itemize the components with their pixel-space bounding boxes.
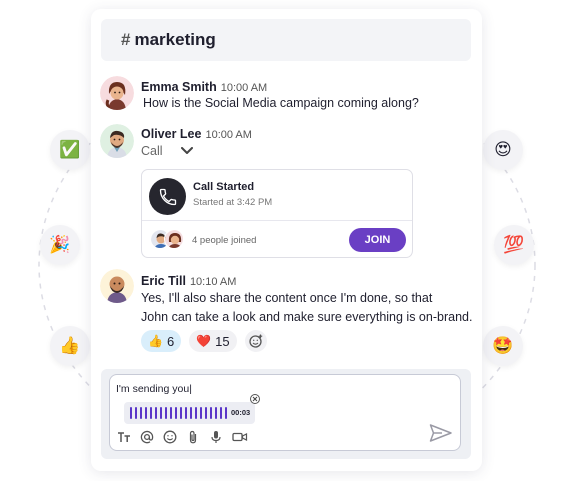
microphone-icon[interactable] [209, 430, 223, 444]
reaction-count: 6 [166, 333, 175, 349]
send-icon [429, 424, 452, 442]
message-time: 10:00 AM [205, 129, 252, 141]
mention-icon[interactable] [140, 430, 154, 444]
reaction-thumbs-up[interactable]: 👍 6 [141, 330, 182, 352]
message-text-line: John can take a look and make sure every… [141, 310, 473, 324]
join-call-button[interactable]: JOIN [349, 228, 406, 252]
message-time: 10:10 AM [189, 276, 237, 288]
reactions-bar: 👍 6 ❤️ 15 [141, 330, 267, 352]
waveform [130, 407, 227, 419]
avatar[interactable] [100, 76, 134, 110]
composer-area: 00:03 [101, 369, 471, 459]
chat-panel: # marketing Emma Smith 10:00 AM How is th… [91, 9, 482, 471]
avatar [164, 229, 184, 249]
floating-emoji-check: ✅ [50, 130, 90, 170]
voice-duration: 00:03 [231, 408, 251, 417]
message-text: How is the Social Media campaign coming … [143, 96, 419, 110]
floating-emoji-star-struck: 🤩 [483, 326, 523, 366]
participant-avatars [150, 229, 186, 251]
emoji-icon[interactable] [163, 430, 177, 444]
call-subtitle: Started at 3:42 PM [193, 197, 273, 208]
call-label: Call [141, 144, 163, 158]
text-format-icon[interactable] [117, 430, 131, 444]
message-author: Eric Till 10:10 AM [141, 274, 237, 288]
add-reaction-button[interactable] [244, 330, 267, 352]
call-title: Call Started [193, 181, 255, 193]
channel-name: marketing [134, 30, 216, 49]
message-author: Emma Smith 10:00 AM [141, 80, 268, 94]
divider [142, 220, 412, 221]
floating-emoji-hundred: 💯 [494, 225, 534, 265]
call-card: Call Started Started at 3:42 PM 4 people… [141, 169, 413, 258]
close-icon[interactable] [250, 394, 260, 404]
floating-emoji-heart-eyes: 😍 [483, 130, 523, 170]
message-text-line: Yes, I'll also share the content once I'… [141, 291, 433, 305]
message-time: 10:00 AM [220, 82, 268, 94]
thumbs-up-icon: 👍 [148, 334, 163, 348]
chevron-down-icon[interactable] [180, 147, 193, 155]
hash-icon: # [121, 30, 131, 49]
avatar[interactable] [100, 124, 134, 158]
channel-header[interactable]: # marketing [101, 19, 471, 61]
add-reaction-icon [248, 334, 262, 348]
message-input[interactable] [116, 383, 316, 395]
reaction-heart[interactable]: ❤️ 15 [189, 330, 237, 352]
call-toggle[interactable]: Call [141, 144, 193, 158]
voice-note-attachment[interactable]: 00:03 [124, 402, 255, 424]
reaction-count: 15 [215, 333, 230, 349]
heart-icon: ❤️ [196, 334, 212, 348]
floating-emoji-thumbs-up: 👍 [50, 326, 90, 366]
message-author: Oliver Lee 10:00 AM [141, 127, 252, 141]
floating-emoji-party: 🎉 [40, 225, 80, 265]
composer-toolbar [117, 430, 248, 444]
phone-icon [149, 178, 186, 215]
participants-count: 4 people joined [192, 235, 257, 246]
avatar[interactable] [100, 269, 134, 303]
send-button[interactable] [428, 420, 454, 446]
message-composer[interactable]: 00:03 [109, 374, 461, 451]
attachment-icon[interactable] [186, 430, 200, 444]
video-icon[interactable] [232, 430, 248, 444]
